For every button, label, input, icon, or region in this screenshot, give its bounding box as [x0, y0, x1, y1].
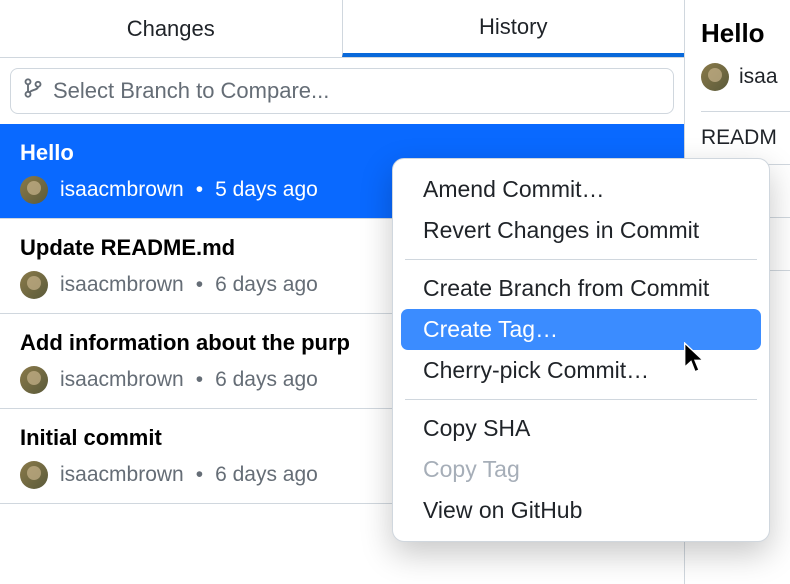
menu-separator — [405, 259, 757, 260]
menu-separator — [405, 399, 757, 400]
commit-author: isaacmbrown — [60, 368, 184, 392]
commit-author: isaacmbrown — [60, 273, 184, 297]
branch-compare-placeholder: Select Branch to Compare... — [53, 78, 329, 104]
meta-sep: • — [196, 178, 203, 202]
menu-item[interactable]: Revert Changes in Commit — [401, 210, 761, 251]
meta-sep: • — [196, 463, 203, 487]
detail-title: Hello — [701, 18, 790, 49]
meta-sep: • — [196, 368, 203, 392]
commit-author: isaacmbrown — [60, 463, 184, 487]
commit-time: 5 days ago — [215, 178, 318, 202]
menu-item: Copy Tag — [401, 449, 761, 490]
detail-author: isaa — [739, 65, 778, 89]
cursor-icon — [682, 342, 708, 379]
avatar — [701, 63, 729, 91]
tab-changes[interactable]: Changes — [0, 0, 342, 57]
menu-item[interactable]: Amend Commit… — [401, 169, 761, 210]
avatar — [20, 461, 48, 489]
tab-history[interactable]: History — [342, 0, 685, 57]
meta-sep: • — [196, 273, 203, 297]
avatar — [20, 366, 48, 394]
menu-item[interactable]: View on GitHub — [401, 490, 761, 531]
branch-icon — [23, 78, 43, 104]
commit-time: 6 days ago — [215, 273, 318, 297]
menu-item[interactable]: Create Branch from Commit — [401, 268, 761, 309]
avatar — [20, 271, 48, 299]
commit-time: 6 days ago — [215, 368, 318, 392]
avatar — [20, 176, 48, 204]
context-menu: Amend Commit…Revert Changes in Commit Cre… — [392, 158, 770, 542]
menu-item[interactable]: Copy SHA — [401, 408, 761, 449]
commit-author: isaacmbrown — [60, 178, 184, 202]
sidebar-tabs: Changes History — [0, 0, 684, 58]
branch-compare-select[interactable]: Select Branch to Compare... — [10, 68, 674, 114]
commit-time: 6 days ago — [215, 463, 318, 487]
